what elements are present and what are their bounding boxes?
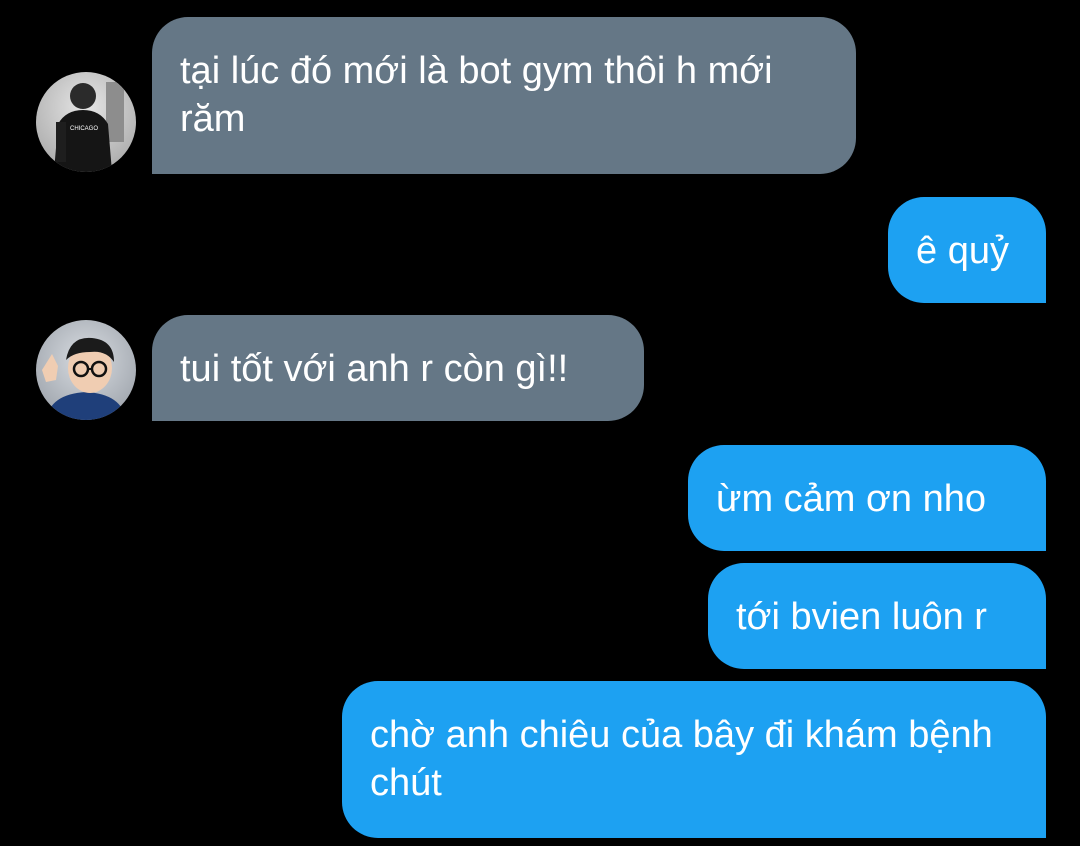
outgoing-message-bubble[interactable]: chờ anh chiêu của bây đi khám bệnh chút — [342, 681, 1046, 838]
incoming-message-bubble[interactable]: tui tốt với anh r còn gì!! — [152, 315, 644, 421]
person-black-shirt-icon: CHICAGO — [36, 72, 136, 172]
message-text: ê quỷ — [916, 230, 1009, 272]
person-glasses-icon — [36, 320, 136, 420]
outgoing-message-bubble[interactable]: ừm cảm ơn nho — [688, 445, 1046, 551]
message-text: tại lúc đó mới là bot gym thôi h mới răm — [180, 50, 773, 140]
sender-avatar-1[interactable]: CHICAGO — [36, 72, 136, 172]
shirt-lettering: CHICAGO — [70, 126, 98, 132]
outgoing-message-bubble[interactable]: ê quỷ — [888, 197, 1046, 303]
message-text: chờ anh chiêu của bây đi khám bệnh chút — [370, 714, 993, 804]
message-text: tui tốt với anh r còn gì!! — [180, 348, 569, 390]
sender-avatar-2[interactable] — [36, 320, 136, 420]
outgoing-message-bubble[interactable]: tới bvien luôn r — [708, 563, 1046, 669]
message-text: tới bvien luôn r — [736, 596, 987, 638]
incoming-message-bubble[interactable]: tại lúc đó mới là bot gym thôi h mới răm — [152, 17, 856, 174]
message-text: ừm cảm ơn nho — [716, 478, 987, 520]
